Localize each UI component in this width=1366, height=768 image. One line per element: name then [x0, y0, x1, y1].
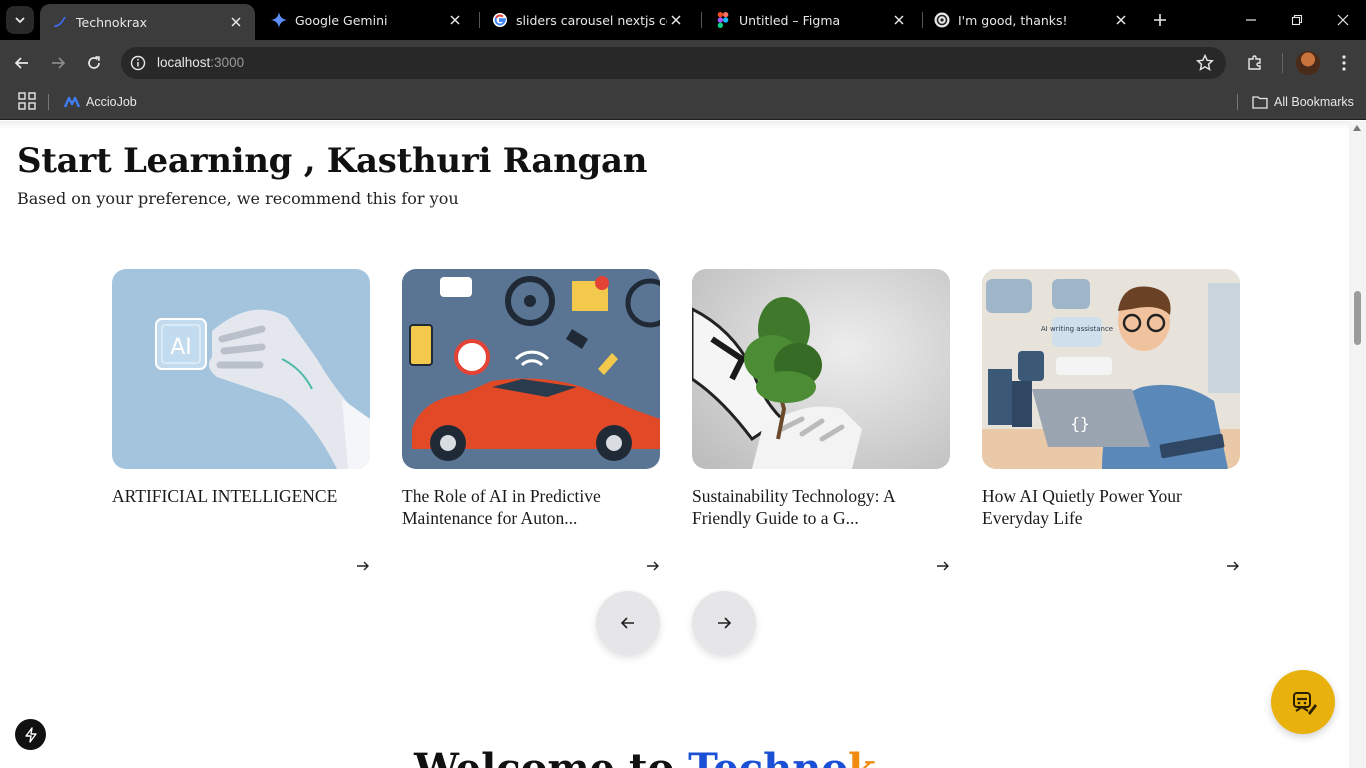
card-image-red-car: [402, 269, 660, 469]
new-tab-button[interactable]: [1148, 8, 1172, 32]
close-tab-icon[interactable]: [890, 11, 908, 29]
puzzle-icon: [1248, 55, 1261, 70]
close-window-button[interactable]: [1331, 8, 1355, 32]
reload-button[interactable]: [82, 51, 106, 75]
arrow-right-icon[interactable]: [936, 559, 950, 573]
tab-title: Technokrax: [76, 14, 148, 30]
tab-title: Google Gemini: [295, 12, 388, 28]
course-card-sustainability[interactable]: Sustainability Technology: A Friendly Gu…: [692, 269, 950, 571]
card-title: The Role of AI in Predictive Maintenance…: [402, 486, 601, 528]
address-bar[interactable]: localhost:3000: [121, 47, 1226, 79]
card-image-robot-hand: AI: [112, 269, 370, 469]
all-bookmarks-label: All Bookmarks: [1274, 95, 1354, 109]
page-title: Start Learning , Kasthuri Rangan: [17, 141, 648, 181]
bookmarks-divider: [1237, 94, 1238, 110]
dev-tools-button[interactable]: [15, 719, 46, 750]
tab-google-search[interactable]: sliders carousel nextjs comp: [480, 6, 695, 34]
gemini-icon: [271, 12, 287, 28]
url-host: localhost: [157, 55, 211, 70]
page-subtitle: Based on your preference, we recommend t…: [17, 189, 459, 208]
minimize-icon: [1246, 19, 1256, 21]
apps-grid-icon[interactable]: [18, 92, 36, 110]
restore-window-button[interactable]: [1285, 8, 1309, 32]
chatgpt-icon: [934, 12, 950, 28]
lightning-bolt-icon: [24, 726, 37, 743]
chevron-down-icon: [15, 17, 25, 24]
close-icon: [1337, 14, 1349, 26]
toolbar-divider: [1282, 53, 1283, 73]
back-button[interactable]: [10, 51, 34, 75]
profile-avatar[interactable]: [1296, 51, 1320, 75]
tab-title: sliders carousel nextjs comp: [516, 12, 667, 28]
technokrax-logo-icon: [52, 14, 68, 30]
ai-chip-text: AI: [170, 335, 192, 360]
course-card-everyday-ai[interactable]: AI writing assistance {} How AI Quietly …: [982, 269, 1240, 571]
carousel-next-button[interactable]: [692, 591, 756, 655]
header-shadow: [0, 121, 1349, 129]
google-icon: [492, 12, 508, 28]
ai-writing-caption: AI writing assistance: [1041, 325, 1113, 333]
page-viewport: Start Learning , Kasthuri Rangan Based o…: [0, 121, 1349, 768]
plus-icon: [1154, 14, 1166, 26]
url-port: :3000: [210, 55, 245, 70]
bookmarks-divider: [48, 94, 49, 110]
minimize-window-button[interactable]: [1239, 8, 1263, 32]
url-text: localhost:3000: [157, 55, 244, 70]
forward-button[interactable]: [46, 51, 70, 75]
card-image-robot-tree: [692, 269, 950, 469]
tab-technokrax[interactable]: Technokrax: [40, 4, 255, 40]
bookmarks-bar: AccioJob All Bookmarks: [0, 86, 1366, 120]
arrow-right-icon[interactable]: [646, 559, 660, 573]
tab-separator: [701, 12, 702, 28]
course-card-ai[interactable]: AI ARTIFICIAL INTELLIGENCE: [112, 269, 370, 571]
scroll-up-arrow-icon[interactable]: [1353, 125, 1361, 131]
brand-name-part1: Techno: [688, 745, 848, 768]
tab-title: I'm good, thanks!: [958, 12, 1068, 28]
course-card-predictive-maintenance[interactable]: The Role of AI in Predictive Maintenance…: [402, 269, 660, 571]
code-braces-glyph: {}: [1070, 414, 1089, 433]
close-tab-icon[interactable]: [1112, 11, 1130, 29]
close-tab-icon[interactable]: [227, 13, 245, 31]
card-title: How AI Quietly Power Your Everyday Life: [982, 486, 1182, 528]
site-info-icon[interactable]: [129, 54, 147, 72]
arrow-left-icon: [14, 57, 28, 69]
browser-menu-button[interactable]: [1332, 51, 1356, 75]
more-vertical-icon: [1342, 55, 1346, 71]
tab-chatgpt[interactable]: I'm good, thanks!: [922, 6, 1140, 34]
card-title: Sustainability Technology: A Friendly Gu…: [692, 486, 895, 528]
arrow-right-icon[interactable]: [356, 559, 370, 573]
close-tab-icon[interactable]: [667, 11, 685, 29]
tab-figma[interactable]: Untitled – Figma: [703, 6, 918, 34]
bookmark-acciojob[interactable]: AccioJob: [64, 92, 137, 112]
robot-assistant-icon: [1293, 692, 1317, 715]
tab-google-gemini[interactable]: Google Gemini: [259, 6, 474, 34]
browser-tab-strip: Technokrax Google Gemini sliders carouse…: [0, 0, 1366, 40]
bookmark-star-icon[interactable]: [1196, 54, 1214, 72]
welcome-heading: Welcome to Technok: [414, 745, 876, 768]
browser-toolbar: localhost:3000: [0, 40, 1366, 86]
scrollbar-thumb[interactable]: [1354, 291, 1361, 345]
card-title: ARTIFICIAL INTELLIGENCE: [112, 486, 338, 506]
folder-icon: [1252, 94, 1268, 110]
page-scrollbar[interactable]: [1349, 121, 1366, 768]
tab-title: Untitled – Figma: [739, 12, 841, 28]
reload-icon: [88, 56, 100, 69]
carousel-prev-button[interactable]: [596, 591, 660, 655]
all-bookmarks-button[interactable]: All Bookmarks: [1252, 92, 1354, 112]
arrow-right-icon[interactable]: [1226, 559, 1240, 573]
welcome-prefix: Welcome to: [414, 745, 688, 768]
figma-icon: [715, 12, 731, 28]
arrow-right-icon: [718, 617, 732, 629]
chat-assistant-button[interactable]: [1271, 670, 1335, 734]
tab-search-button[interactable]: [6, 6, 34, 34]
close-tab-icon[interactable]: [446, 11, 464, 29]
brand-name-part2: k: [848, 745, 876, 768]
card-image-man-laptop: AI writing assistance {}: [982, 269, 1240, 469]
arrow-left-icon: [620, 617, 634, 629]
restore-icon: [1291, 14, 1303, 26]
extensions-button[interactable]: [1243, 51, 1267, 75]
bookmark-label: AccioJob: [86, 95, 137, 109]
arrow-right-icon: [52, 57, 66, 69]
acciojob-icon: [64, 94, 80, 110]
